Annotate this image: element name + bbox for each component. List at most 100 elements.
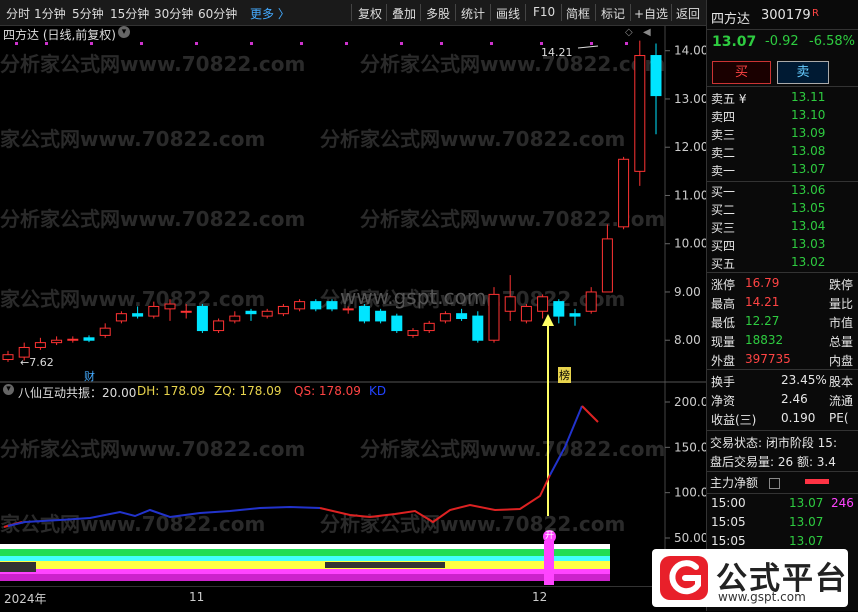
band-green [0, 549, 610, 556]
candle-body [294, 301, 306, 310]
signal-dot [345, 42, 348, 45]
signal-dot [590, 42, 593, 45]
ask-row[interactable]: 卖五 ¥ 13.11 [707, 90, 858, 108]
band-white [0, 544, 610, 549]
buy-button[interactable]: 买 [712, 61, 771, 84]
period-tab-5min[interactable]: 5分钟 [72, 5, 104, 22]
candle-body [569, 313, 581, 317]
candle-body [310, 301, 322, 310]
stat-value: 2.46 [781, 392, 808, 406]
bid-level-label: 买四 [711, 239, 736, 253]
f10-button[interactable]: F10 [533, 5, 555, 19]
ask-price: 13.11 [791, 90, 826, 104]
band-yellow [0, 561, 610, 569]
add-watchlist-button[interactable]: +自选 [634, 5, 668, 22]
stat-row[interactable]: 净资 2.46 流通 [707, 392, 858, 410]
bid-row[interactable]: 买五 13.02 [707, 255, 858, 273]
price-tick-label: 11.00 [674, 188, 706, 202]
chart-area[interactable]: 分析家公式网www.70822.com 分析家公式网www.70822.com 分析… [0, 26, 706, 585]
low-price-label: ←7.62 [20, 356, 54, 369]
indicator-tick-label: 100.0 [674, 486, 706, 500]
stat-row[interactable]: 外盘 397735 内盘 [707, 352, 858, 370]
bid-row[interactable]: 买四 13.03 [707, 237, 858, 255]
ask-level-label: 卖五 ¥ [711, 92, 747, 106]
restore-rights-button[interactable]: 复权 [358, 5, 382, 22]
tick-time: 15:05 [711, 515, 746, 529]
stat-row[interactable]: 最低 12.27 市值 [707, 314, 858, 332]
price-tick-label: 9.00 [674, 285, 701, 299]
ask-row[interactable]: 卖一 13.07 [707, 162, 858, 180]
axis-month-label: 11 [189, 590, 205, 604]
stat-row[interactable]: 换手 23.45% 股本 [707, 373, 858, 391]
menu-icon[interactable] [769, 478, 780, 489]
indicator-tick-label: 50.00 [674, 531, 706, 545]
candle-body [342, 308, 354, 311]
mark-button[interactable]: 标记 [601, 5, 625, 22]
bid-level-label: 买三 [711, 221, 736, 235]
list-marker[interactable]: 榜 [558, 367, 571, 383]
price-tick-label: 14.00 [674, 44, 706, 58]
candle-body [196, 305, 208, 332]
period-tab-1min[interactable]: 1分钟 [34, 5, 66, 22]
indicator-name[interactable]: 八仙互动共振：20.00 [18, 384, 136, 401]
signal-dot [440, 42, 443, 45]
indicator-zq: ZQ: 178.09 [214, 384, 282, 398]
period-tab-intraday[interactable]: 分时 [6, 5, 30, 22]
statistics-button[interactable]: 统计 [461, 5, 485, 22]
stat-row[interactable]: 最高 14.21 量比 [707, 295, 858, 313]
bid-price: 13.05 [791, 201, 826, 215]
stat-label: 收益(三) [711, 413, 757, 427]
period-tab-60min[interactable]: 60分钟 [198, 5, 237, 22]
price-tick-label: 10.00 [674, 237, 706, 251]
period-more-button[interactable]: 更多 〉 [250, 5, 290, 22]
ask-row[interactable]: 卖三 13.09 [707, 126, 858, 144]
bid-row[interactable]: 买一 13.06 [707, 183, 858, 201]
collapse-icon[interactable]: ◀ [643, 27, 651, 38]
stat-label: 换手 [711, 375, 736, 389]
candle-body [537, 296, 549, 312]
bid-price: 13.04 [791, 219, 826, 233]
simple-frame-button[interactable]: 简框 [566, 5, 590, 22]
main-net-flow-label[interactable]: 主力净额 [710, 474, 858, 492]
back-button[interactable]: 返回 [676, 5, 700, 22]
axis-month-label: 12 [532, 590, 548, 604]
chevron-down-icon[interactable]: ▾ [3, 384, 14, 395]
candle-body [132, 313, 144, 317]
draw-line-button[interactable]: 画线 [496, 5, 520, 22]
financial-marker[interactable]: 财 [84, 368, 95, 384]
indicator-dh: DH: 178.09 [137, 384, 206, 398]
bid-row[interactable]: 买二 13.05 [707, 201, 858, 219]
stat-value: 0.190 [781, 411, 816, 425]
watermark-text: 分析家公式网www.70822.com [0, 52, 305, 76]
kline-chart[interactable]: 分析家公式网www.70822.com 分析家公式网www.70822.com 分析… [0, 26, 706, 585]
chevron-down-icon[interactable]: ▾ [118, 26, 130, 38]
period-tab-30min[interactable]: 30分钟 [154, 5, 193, 22]
signal-dot [540, 42, 543, 45]
stat-row[interactable]: 涨停 16.79 跌停 [707, 276, 858, 294]
ask-row[interactable]: 卖四 13.10 [707, 108, 858, 126]
open-marker[interactable]: 开 [543, 530, 556, 543]
diamond-icon[interactable]: ◇ [625, 27, 633, 38]
center-watermark: www.gspt.com [340, 285, 486, 309]
stat-row[interactable]: 现量 18832 总量 [707, 333, 858, 351]
ask-price: 13.09 [791, 126, 826, 140]
tick-row[interactable]: 15:00 13.07 246 [707, 496, 858, 514]
sell-button[interactable]: 卖 [777, 61, 829, 84]
bid-price: 13.03 [791, 237, 826, 251]
price-tick-label: 12.00 [674, 140, 706, 154]
bid-level-label: 买二 [711, 203, 736, 217]
multi-stock-button[interactable]: 多股 [426, 5, 450, 22]
candle-body [585, 291, 597, 312]
overlay-button[interactable]: 叠加 [392, 5, 416, 22]
price-change: -0.92 [765, 34, 799, 49]
chart-title: 四方达 (日线,前复权) [3, 28, 116, 42]
stat-row[interactable]: 收益(三) 0.190 PE( [707, 411, 858, 429]
stat-extra-label: 市值 [829, 316, 854, 330]
ask-level-label: 卖一 [711, 164, 736, 178]
tick-row[interactable]: 15:05 13.07 [707, 515, 858, 533]
signal-dot [490, 42, 493, 45]
ask-row[interactable]: 卖二 13.08 [707, 144, 858, 162]
stat-extra-label: 流通 [829, 394, 854, 408]
bid-row[interactable]: 买三 13.04 [707, 219, 858, 237]
period-tab-15min[interactable]: 15分钟 [110, 5, 149, 22]
